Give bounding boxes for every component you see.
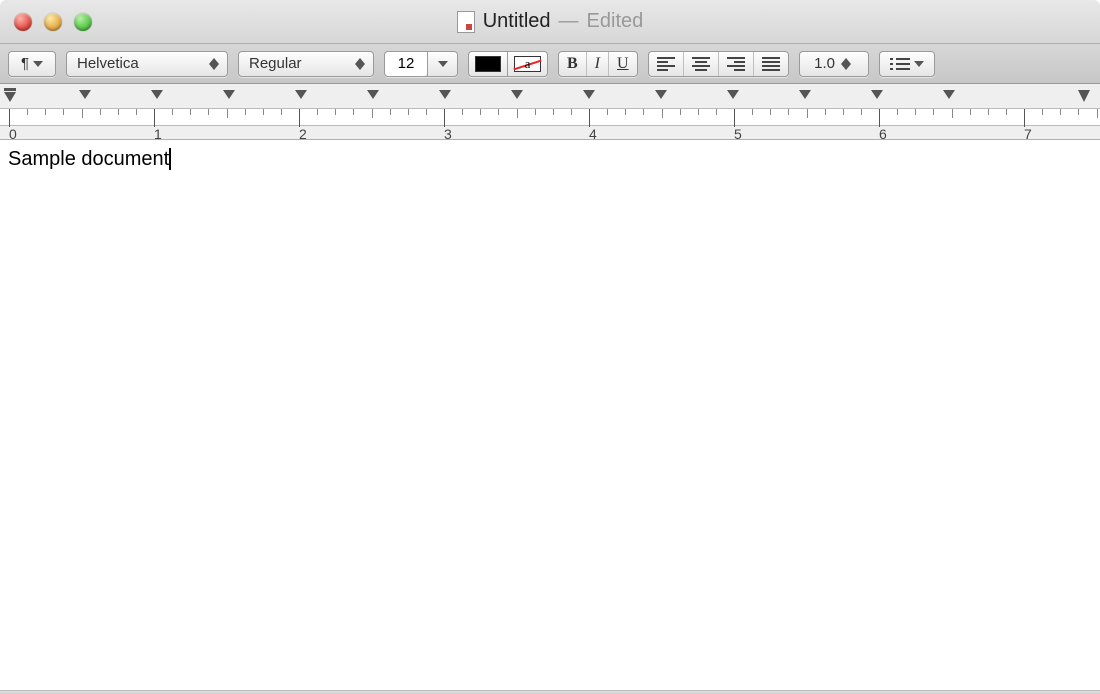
chevron-down-icon: [438, 60, 448, 68]
stepper-icon: [841, 58, 851, 70]
tab-stop[interactable]: [150, 88, 164, 100]
tab-stop[interactable]: [798, 88, 812, 100]
text-color-swatch: [475, 56, 501, 72]
highlight-color-button[interactable]: a: [508, 51, 548, 77]
pilcrow-icon: ¶: [21, 55, 29, 72]
underline-button[interactable]: U: [608, 52, 637, 76]
align-right-button[interactable]: [718, 52, 753, 76]
align-left-button[interactable]: [649, 52, 683, 76]
align-justify-button[interactable]: [753, 52, 788, 76]
ruler-number: 5: [734, 126, 742, 140]
align-justify-icon: [762, 57, 780, 71]
ruler[interactable]: 0 1 2 3 4 5 6 7: [0, 84, 1100, 140]
right-margin-marker[interactable]: [1077, 88, 1091, 104]
close-window-button[interactable]: [14, 13, 32, 31]
chevron-down-icon: [914, 60, 924, 68]
line-spacing-label: 1.0: [814, 55, 835, 72]
stepper-icon: [355, 58, 365, 70]
font-weight-select[interactable]: Regular: [238, 51, 374, 77]
ruler-number: 7: [1024, 126, 1032, 140]
ruler-tab-row: [0, 88, 1100, 104]
window-footer: [0, 690, 1100, 694]
tab-stop[interactable]: [942, 88, 956, 100]
italic-button[interactable]: I: [586, 52, 608, 76]
tab-stop[interactable]: [870, 88, 884, 100]
tab-stop[interactable]: [654, 88, 668, 100]
list-style-button[interactable]: [879, 51, 935, 77]
stepper-icon: [209, 58, 219, 70]
ruler-number: 3: [444, 126, 452, 140]
font-family-label: Helvetica: [73, 55, 145, 72]
document-content[interactable]: Sample document: [8, 148, 171, 171]
ruler-number: 2: [299, 126, 307, 140]
list-icon: [890, 57, 910, 71]
document-icon: [457, 11, 475, 33]
bold-button[interactable]: B: [559, 52, 586, 76]
tab-stop[interactable]: [366, 88, 380, 100]
ruler-number: 4: [589, 126, 597, 140]
document-area[interactable]: Sample document: [0, 140, 1100, 690]
alignment-group: [648, 51, 789, 77]
chevron-down-icon: [33, 60, 43, 68]
tab-stop[interactable]: [726, 88, 740, 100]
titlebar: Untitled — Edited: [0, 0, 1100, 44]
text-color-button[interactable]: [468, 51, 508, 77]
tab-stop[interactable]: [222, 88, 236, 100]
toolbar: ¶ Helvetica Regular a: [0, 44, 1100, 84]
align-left-icon: [657, 57, 675, 71]
zoom-window-button[interactable]: [74, 13, 92, 31]
tab-stop[interactable]: [582, 88, 596, 100]
tab-stop[interactable]: [438, 88, 452, 100]
bold-icon: B: [567, 55, 578, 73]
text-caret: [169, 148, 171, 170]
line-spacing-select[interactable]: 1.0: [799, 51, 869, 77]
highlight-sample-letter: a: [525, 56, 531, 72]
paragraph-styles-button[interactable]: ¶: [8, 51, 56, 77]
tab-stop[interactable]: [294, 88, 308, 100]
align-right-icon: [727, 57, 745, 71]
font-size-field[interactable]: [384, 51, 428, 77]
ruler-number: 6: [879, 126, 887, 140]
tab-stop[interactable]: [78, 88, 92, 100]
font-size-dropdown[interactable]: [428, 51, 458, 77]
font-weight-label: Regular: [245, 55, 308, 72]
tab-stop[interactable]: [510, 88, 524, 100]
italic-icon: I: [595, 55, 600, 73]
document-status: Edited: [587, 10, 644, 33]
ruler-ticks: [0, 108, 1100, 126]
highlight-color-swatch: a: [514, 56, 541, 72]
window-controls: [14, 13, 92, 31]
align-center-icon: [692, 57, 710, 71]
align-center-button[interactable]: [683, 52, 718, 76]
underline-icon: U: [617, 55, 629, 73]
document-name[interactable]: Untitled: [483, 10, 551, 33]
window-title: Untitled — Edited: [0, 10, 1100, 33]
minimize-window-button[interactable]: [44, 13, 62, 31]
ruler-number: 1: [154, 126, 162, 140]
ruler-number: 0: [9, 126, 17, 140]
font-size-input[interactable]: [385, 52, 427, 76]
document-text: Sample document: [8, 148, 169, 170]
left-margin-marker[interactable]: [3, 88, 17, 104]
text-style-group: B I U: [558, 51, 638, 77]
font-family-select[interactable]: Helvetica: [66, 51, 228, 77]
title-separator: —: [559, 10, 579, 33]
